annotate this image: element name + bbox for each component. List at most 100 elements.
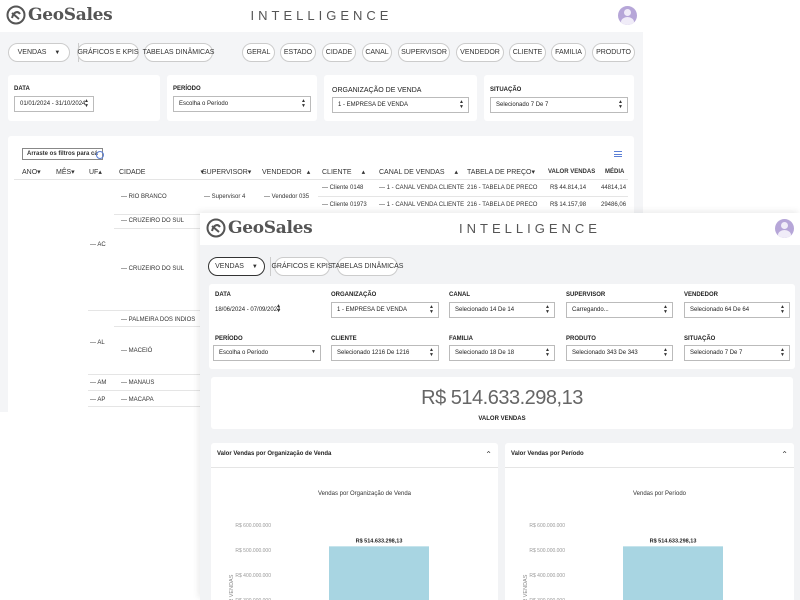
chevron-down-icon: ▼ <box>311 349 316 355</box>
collapse-icon[interactable]: ⌃ <box>485 450 492 459</box>
y-tick-label: R$ 600.000.000 <box>235 523 271 529</box>
header-tabela[interactable]: TABELA DE PREÇO▾ <box>467 168 535 176</box>
header-supervisor-text: SUPERVISOR <box>202 169 248 176</box>
row2-media: 29486,06 <box>601 202 627 208</box>
periodo-select[interactable]: Escolha o Período ▼ <box>213 345 321 361</box>
spinner-icon: ▲ ▼ <box>663 304 668 315</box>
canal-text: 1 - CANAL VENDA CLIENTE <box>386 202 465 208</box>
row1-media: 44814,14 <box>601 185 627 191</box>
header-cliente[interactable]: CLIENTE ▴ <box>322 168 365 176</box>
situacao-label: SITUAÇÃO <box>490 87 522 93</box>
header-cidade-text: CIDADE <box>119 169 146 176</box>
vendas-dropdown[interactable]: VENDAS ▼ <box>8 43 70 62</box>
info-icon[interactable] <box>96 151 104 159</box>
uf-am: — AM <box>90 380 107 386</box>
y-tick-label: R$ 400.000.000 <box>529 573 565 579</box>
group-estado-button[interactable]: ESTADO <box>280 43 316 62</box>
y-tick-label: R$ 400.000.000 <box>235 573 271 579</box>
periodo-label: PERÍODO <box>173 86 201 92</box>
row1-cliente: — Cliente 0148 <box>322 185 364 191</box>
situacao-select[interactable]: Selecionado 7 De 7 ▲ ▼ <box>490 97 628 113</box>
vendas-label: VENDAS <box>215 263 244 270</box>
sort-icon: ▴ <box>454 169 458 176</box>
uf-ac-text: AC <box>97 242 106 248</box>
spinner-icon: ▲ ▼ <box>780 347 785 358</box>
group-cidade-button[interactable]: CIDADE <box>322 43 356 62</box>
uf-al: — AL <box>90 340 105 346</box>
graficos-kpis-button[interactable]: GRÁFICOS E KPIS <box>77 43 139 62</box>
date-range-input[interactable]: 01/01/2024 - 31/10/2024 ▲ ▼ <box>14 96 94 112</box>
filters-card: DATA 18/06/2024 - 07/09/2024 ▲ ▼ ORGANIZAÇ… <box>209 284 795 369</box>
periodo-select[interactable]: Escolha o Período ▲ ▼ <box>173 96 311 112</box>
chart-panel-periodo: Valor Vendas por Período ⌃ Vendas por Pe… <box>505 443 794 600</box>
group-supervisor-button[interactable]: SUPERVISOR <box>398 43 450 62</box>
collapse-icon[interactable]: ⌃ <box>781 450 788 459</box>
bar <box>623 546 723 600</box>
canal-select[interactable]: Selecionado 14 De 14 ▲ ▼ <box>449 302 555 318</box>
city-palmeira-dos-indios: — PALMEIRA DOS INDIOS <box>121 317 196 323</box>
drag-filters-zone[interactable]: Arraste os filtros para cá <box>22 148 103 160</box>
sort-icon: ▾ <box>247 169 252 176</box>
group-familia-button[interactable]: FAMILIA <box>551 43 586 62</box>
kpi-label: VALOR VENDAS <box>478 416 526 422</box>
produto-select[interactable]: Selecionado 343 De 343 ▲ ▼ <box>566 345 673 361</box>
vendedor-label: VENDEDOR <box>684 292 719 298</box>
header-vendedor[interactable]: VENDEDOR ▴ <box>262 168 310 176</box>
kpi-value: R$ 514.633.298,13 <box>421 387 583 409</box>
user-avatar[interactable] <box>618 6 637 25</box>
organizacao-select[interactable]: 1 - EMPRESA DE VENDA ▲ ▼ <box>331 302 439 318</box>
sort-icon: ▾ <box>71 169 75 176</box>
user-avatar[interactable] <box>775 219 794 238</box>
y-tick-label: R$ 500.000.000 <box>235 548 271 554</box>
cliente-text: Cliente 0148 <box>329 185 364 191</box>
vendas-dropdown[interactable]: VENDAS ▼ <box>208 257 265 276</box>
familia-select[interactable]: Selecionado 18 De 18 ▲ ▼ <box>449 345 555 361</box>
city-text: RIO BRANCO <box>128 194 167 200</box>
date-range-input[interactable]: 18/06/2024 - 07/09/2024 ▲ ▼ <box>213 302 281 318</box>
organizacao-select[interactable]: 1 - EMPRESA DE VENDA ▲ ▼ <box>332 97 469 113</box>
header-cidade[interactable]: CIDADE ▾ <box>119 168 204 176</box>
group-vendedor-button[interactable]: VENDEDOR <box>456 43 504 62</box>
header-canal-text: CANAL DE VENDAS <box>379 169 445 176</box>
cliente-select[interactable]: Selecionado 1216 De 1216 ▲ ▼ <box>331 345 439 361</box>
y-axis-label: VALOR VENDAS <box>523 574 529 600</box>
group-produto-button[interactable]: PRODUTO <box>592 43 635 62</box>
header-uf[interactable]: UF▴ <box>89 168 102 176</box>
header-divider <box>14 179 628 180</box>
supervisor-select[interactable]: Carregando... ▲ ▼ <box>566 302 673 318</box>
row2-valor: R$ 14.157,98 <box>550 202 587 208</box>
menu-icon[interactable] <box>614 151 622 157</box>
header-ano[interactable]: ANO▾ <box>22 168 41 176</box>
spinner-icon: ▲ ▼ <box>459 99 464 110</box>
group-canal-button[interactable]: CANAL <box>362 43 392 62</box>
date-range-value: 01/01/2024 - 31/10/2024 <box>20 101 86 107</box>
header-mes[interactable]: MÊS▾ <box>56 168 75 176</box>
situacao-value: Selecionado 7 De 7 <box>690 350 743 356</box>
chart-title: Vendas por Período <box>633 491 687 497</box>
header-cliente-text: CLIENTE <box>322 169 352 176</box>
tabelas-dinamicas-button[interactable]: TABELAS DINÂMICAS <box>143 43 214 62</box>
situacao-select[interactable]: Selecionado 7 De 7 ▲ ▼ <box>684 345 790 361</box>
uf-ac: — AC <box>90 242 106 248</box>
group-geral-button[interactable]: GERAL <box>242 43 275 62</box>
tabelas-dinamicas-button[interactable]: TABELAS DINÂMICAS <box>332 257 403 276</box>
bar-data-label: R$ 514.633.298,13 <box>650 538 697 544</box>
header-tabela-text: TABELA DE PREÇO <box>467 169 532 176</box>
city-cruzeiro-do-sul-2: — CRUZEIRO DO SUL <box>121 266 185 272</box>
uf-ap-text: AP <box>97 397 106 403</box>
uf-am-text: AM <box>97 380 107 386</box>
organizacao-value: 1 - EMPRESA DE VENDA <box>338 102 409 108</box>
canal-label: CANAL <box>449 292 470 298</box>
familia-value: Selecionado 18 De 18 <box>455 350 515 356</box>
brand-title: INTELLIGENCE <box>250 8 393 23</box>
kpi-card: R$ 514.633.298,13 VALOR VENDAS <box>211 377 793 429</box>
sort-icon: ▴ <box>361 169 366 176</box>
header-canal[interactable]: CANAL DE VENDAS ▴ <box>379 168 458 176</box>
uf-ap: — AP <box>90 397 106 403</box>
vendedor-select[interactable]: Selecionado 64 De 64 ▲ ▼ <box>684 302 790 318</box>
cliente-text: Cliente 01973 <box>329 202 367 208</box>
header-supervisor[interactable]: SUPERVISOR▾ <box>202 168 251 176</box>
panel-title: Valor Vendas por Organização de Venda <box>217 451 332 457</box>
group-cliente-button[interactable]: CLIENTE <box>509 43 546 62</box>
graficos-kpis-button[interactable]: GRÁFICOS E KPIS <box>271 257 333 276</box>
